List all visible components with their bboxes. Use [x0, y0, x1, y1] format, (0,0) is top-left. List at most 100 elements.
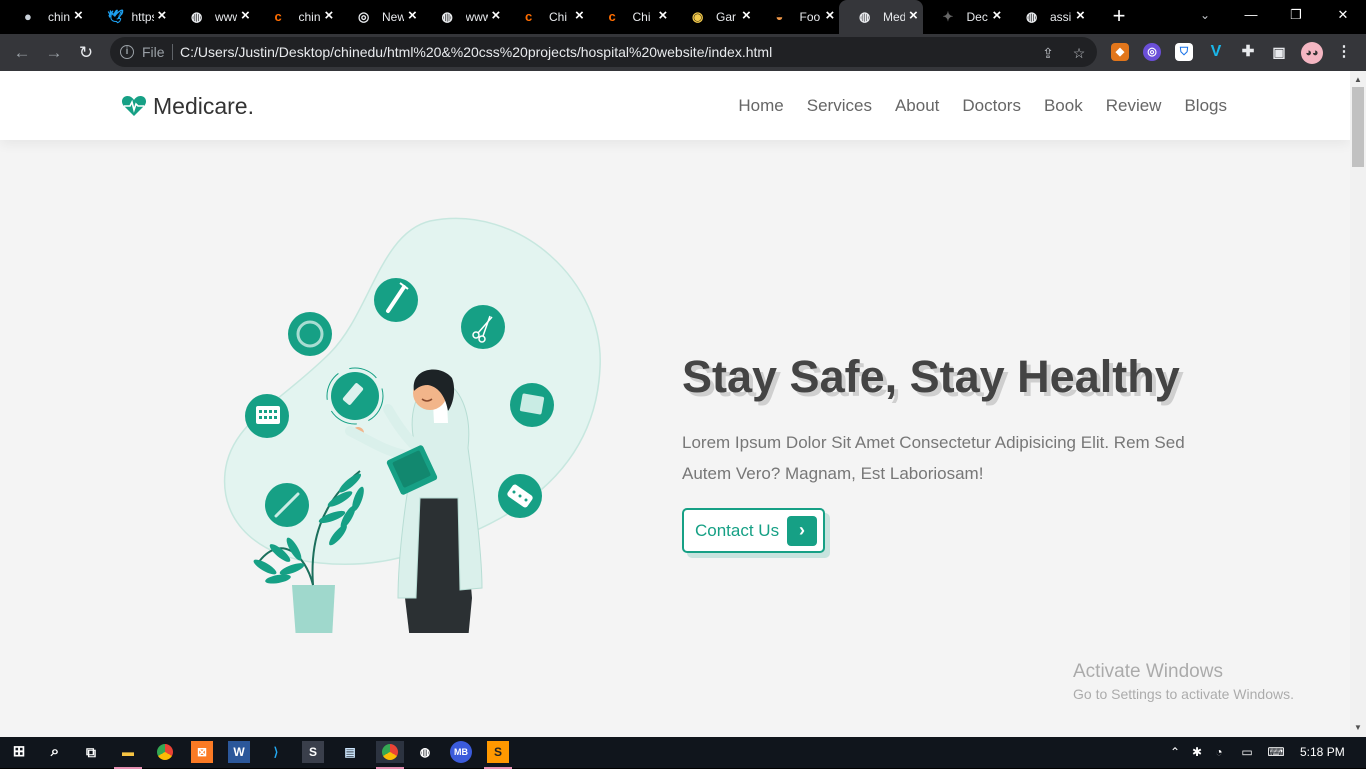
- address-bar[interactable]: i File C:/Users/Justin/Desktop/chinedu/h…: [110, 37, 1097, 67]
- tab-close-icon[interactable]: ×: [742, 8, 754, 23]
- browser-tab[interactable]: c chinedu ×: [255, 0, 339, 34]
- nav-link-doctors[interactable]: Doctors: [962, 96, 1021, 116]
- info-icon[interactable]: i: [120, 45, 134, 59]
- globe-icon: ◍: [441, 9, 453, 24]
- metamask-extension-icon[interactable]: ◆: [1111, 43, 1129, 61]
- site-header: Medicare. Home Services About Doctors Book Re…: [0, 71, 1350, 140]
- app-mb-icon[interactable]: MB: [450, 741, 472, 763]
- vimeo-extension-icon[interactable]: V: [1207, 43, 1225, 61]
- browser-tab[interactable]: ◉ Gar ×: [672, 0, 756, 34]
- minimize-button[interactable]: —: [1241, 5, 1261, 25]
- browser-tab[interactable]: ◒ Foo ×: [756, 0, 840, 34]
- nav-link-home[interactable]: Home: [738, 96, 783, 116]
- chrome-active-taskbar-icon[interactable]: [376, 741, 404, 769]
- paint-icon[interactable]: ◍: [414, 741, 436, 763]
- browser-tab[interactable]: 🕊 https ×: [88, 0, 172, 34]
- bookmark-star-icon[interactable]: ☆: [1071, 45, 1087, 61]
- medical-icon-calendar: [245, 394, 289, 438]
- medical-icon-pills: [498, 474, 542, 518]
- taskbar-clock[interactable]: 5:18 PM: [1300, 745, 1345, 759]
- browser-tab[interactable]: c Chi ×: [589, 0, 673, 34]
- tab-close-icon[interactable]: ×: [575, 8, 587, 23]
- file-explorer-icon[interactable]: ▬: [114, 741, 142, 769]
- tab-close-icon[interactable]: ×: [408, 8, 420, 23]
- purple-extension-icon[interactable]: ◎: [1143, 43, 1161, 61]
- xampp-icon[interactable]: ⊠: [191, 741, 213, 763]
- notifications-icon[interactable]: ▭: [1238, 744, 1256, 760]
- app-s-icon[interactable]: S: [302, 741, 324, 763]
- page-viewport: Medicare. Home Services About Doctors Book Re…: [0, 71, 1350, 737]
- scheme-label: File: [142, 44, 165, 60]
- nav-link-blogs[interactable]: Blogs: [1184, 96, 1227, 116]
- tab-title: Gar: [716, 10, 737, 24]
- tab-title: chinedu: [298, 10, 321, 24]
- tab-close-icon[interactable]: ×: [325, 8, 337, 23]
- nav-link-about[interactable]: About: [895, 96, 939, 116]
- gamepad-icon: ◉: [692, 9, 704, 24]
- shield-extension-icon[interactable]: ⛉: [1175, 43, 1193, 61]
- menu-kebab-icon[interactable]: ⋮: [1335, 43, 1353, 61]
- network-icon[interactable]: ◔: [1210, 744, 1228, 760]
- codepen-c-icon: c: [525, 9, 533, 24]
- nav-link-services[interactable]: Services: [807, 96, 872, 116]
- medical-icon-syringe: [374, 278, 418, 322]
- tab-close-icon[interactable]: ×: [993, 8, 1005, 23]
- tab-search-icon[interactable]: ⌄: [1196, 8, 1214, 24]
- watermark-line-1: Activate Windows: [1073, 661, 1223, 682]
- nav-link-book[interactable]: Book: [1044, 96, 1083, 116]
- main-nav: Home Services About Doctors Book Review Blogs: [715, 96, 1227, 116]
- scroll-down-arrow-icon[interactable]: ▼: [1354, 723, 1362, 732]
- restore-button[interactable]: ❐: [1286, 5, 1306, 25]
- profile-avatar[interactable]: ◕◕: [1301, 42, 1323, 64]
- vscode-icon[interactable]: ⟩: [265, 741, 287, 763]
- contact-us-button[interactable]: Contact Us ›: [682, 508, 825, 553]
- search-icon[interactable]: ⌕: [44, 741, 66, 763]
- sublime-text-icon[interactable]: S: [484, 741, 512, 769]
- chrome-taskbar-icon[interactable]: [154, 741, 176, 763]
- browser-tab[interactable]: c Chi ×: [505, 0, 589, 34]
- forward-arrow-icon[interactable]: →: [44, 43, 64, 63]
- browser-tab[interactable]: ◍ assi ×: [1006, 0, 1090, 34]
- tab-close-icon[interactable]: ×: [158, 8, 170, 23]
- task-view-icon[interactable]: ⧉: [80, 741, 102, 763]
- bluetooth-icon[interactable]: ✱: [1188, 744, 1206, 760]
- tab-title: Chi: [549, 10, 568, 24]
- reload-icon[interactable]: ↻: [76, 43, 96, 63]
- hero-description: Lorem Ipsum Dolor Sit Amet Consectetur A…: [682, 433, 1185, 483]
- tab-close-icon[interactable]: ×: [826, 8, 838, 23]
- word-icon[interactable]: W: [228, 741, 250, 763]
- heartbeat-icon: [121, 95, 147, 116]
- brand-name: Medicare.: [153, 92, 254, 119]
- back-arrow-icon[interactable]: ←: [12, 43, 32, 63]
- keyboard-icon[interactable]: ⌨: [1264, 744, 1288, 760]
- tab-close-icon[interactable]: ×: [492, 8, 504, 23]
- tab-close-icon[interactable]: ×: [241, 8, 253, 23]
- share-icon[interactable]: ⇪: [1040, 45, 1056, 61]
- browser-tab[interactable]: ✦ Dec ×: [923, 0, 1007, 34]
- extensions-puzzle-icon[interactable]: ✚: [1239, 43, 1257, 61]
- close-window-button[interactable]: ✕: [1333, 5, 1353, 25]
- tab-close-icon[interactable]: ×: [1076, 8, 1088, 23]
- url-text[interactable]: C:/Users/Justin/Desktop/chinedu/html%20&…: [180, 45, 772, 59]
- windows-start-icon[interactable]: ⊞: [8, 741, 30, 763]
- nav-link-review[interactable]: Review: [1106, 96, 1162, 116]
- browser-tab[interactable]: ◍ Medicare ×: [839, 0, 923, 34]
- browser-tab[interactable]: ● chinedu ×: [4, 0, 88, 34]
- side-panel-icon[interactable]: ▣: [1270, 43, 1288, 61]
- site-logo[interactable]: Medicare.: [121, 91, 254, 121]
- new-tab-button[interactable]: +: [1108, 5, 1130, 27]
- browser-tab[interactable]: ◍ www ×: [171, 0, 255, 34]
- notepad-icon[interactable]: ▤: [339, 741, 361, 763]
- tab-close-icon[interactable]: ×: [909, 8, 921, 23]
- scroll-up-arrow-icon[interactable]: ▲: [1354, 75, 1362, 84]
- scrollbar-thumb[interactable]: [1352, 87, 1364, 167]
- browser-toolbar: ← → ↻ i File C:/Users/Justin/Desktop/chi…: [0, 34, 1366, 71]
- tab-close-icon[interactable]: ×: [659, 8, 671, 23]
- browser-tab[interactable]: ◎ New ×: [338, 0, 422, 34]
- browser-tab[interactable]: ◍ www ×: [422, 0, 506, 34]
- medical-icon-vial: [326, 367, 384, 425]
- watermark-line-2: Go to Settings to activate Windows.: [1073, 686, 1294, 702]
- tray-chevron-up-icon[interactable]: ⌃: [1166, 744, 1184, 760]
- tab-close-icon[interactable]: ×: [74, 8, 86, 23]
- page-scrollbar[interactable]: ▲ ▼: [1350, 71, 1366, 737]
